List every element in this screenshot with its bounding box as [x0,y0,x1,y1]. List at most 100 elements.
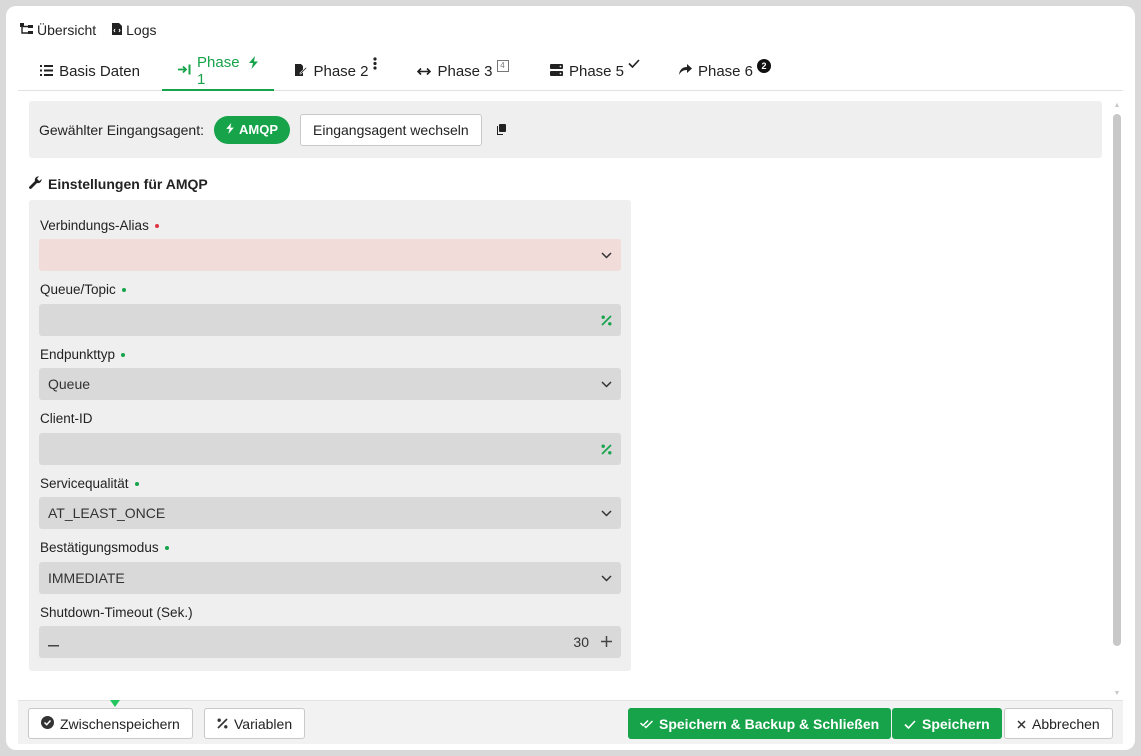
minus-icon[interactable] [48,634,59,650]
list-icon [40,63,54,80]
required-dot [121,352,126,357]
acknowledge-mode-label: Bestätigungsmodus [40,540,169,555]
bolt-icon [249,55,258,72]
variable-percent-icon [217,716,228,732]
tab-phase-1[interactable]: Phase 1 [162,52,274,91]
check-icon [904,716,916,732]
save-button[interactable]: Speichern [892,708,1002,739]
save-backup-close-button[interactable]: Speichern & Backup & Schließen [628,708,892,739]
amqp-settings-form: Verbindungs-Alias Queue/Topic Endpunktty… [29,200,631,671]
overview-link[interactable]: Übersicht [20,22,96,38]
settings-title: Einstellungen für AMQP [29,176,208,192]
quality-of-service-select[interactable]: AT_LEAST_ONCE [39,497,621,529]
required-dot [121,287,126,292]
arrows-horizontal-icon [417,63,432,80]
top-navigation: Übersicht Logs [20,22,157,38]
file-code-icon [112,22,123,38]
phase-1-content: Gewählter Eingangsagent: AMQP Eingangsag… [18,92,1108,700]
check-circle-icon [41,715,54,732]
server-icon [549,63,563,80]
wrench-icon [29,176,42,192]
check-icon [628,58,640,71]
agent-badge: AMQP [214,115,290,144]
dialog-window: Übersicht Logs Basis Daten Phase 1 Phase… [6,6,1135,750]
timeout-value[interactable]: 30 [573,634,589,650]
field-label-text: Queue/Topic [40,282,116,297]
field-label-text: Endpunkttyp [40,347,116,362]
phase-tabs: Basis Daten Phase 1 Phase 2 Phase 3 4 Ph… [18,52,1123,91]
field-label-text: Verbindungs-Alias [40,218,149,233]
connection-alias-label: Verbindungs-Alias [40,218,159,233]
caret-indicator-icon [110,700,120,707]
required-dot [134,481,139,486]
field-label-text: Client-ID [40,411,93,426]
tab-label: Phase 6 [697,63,754,80]
double-check-icon [639,716,654,732]
field-label-text: Bestätigungsmodus [40,540,159,555]
settings-title-text: Einstellungen für AMQP [48,176,208,192]
arrow-to-right-icon [178,62,191,79]
field-value: AT_LEAST_ONCE [48,505,166,521]
chevron-down-icon [601,251,612,259]
save-label: Speichern [922,715,990,732]
logs-label: Logs [126,22,157,38]
quality-of-service-label: Servicequalität [40,476,139,491]
agent-badge-label: AMQP [239,122,278,137]
tab-label: Phase 5 [568,63,625,80]
logs-link[interactable]: Logs [112,22,157,38]
chevron-down-icon [601,574,612,582]
field-label-text: Shutdown-Timeout (Sek.) [40,605,193,620]
shutdown-timeout-stepper: 30 [39,626,621,658]
field-label-text: Servicequalität [40,476,129,491]
field-value: IMMEDIATE [48,570,125,586]
save-draft-label: Zwischenspeichern [60,715,180,732]
tab-phase-5[interactable]: Phase 5 [528,52,662,91]
tab-label: Phase 3 [437,63,493,80]
shutdown-timeout-label: Shutdown-Timeout (Sek.) [40,605,193,620]
endpoint-type-select[interactable]: Queue [39,368,621,400]
variable-percent-icon[interactable] [601,314,612,326]
chevron-down-icon [601,380,612,388]
plus-icon[interactable] [601,634,612,650]
endpoint-type-label: Endpunkttyp [40,347,126,362]
agent-bar: Gewählter Eingangsagent: AMQP Eingangsag… [29,101,1102,158]
scrollbar-thumb[interactable] [1113,114,1121,646]
sitemap-icon [20,22,33,38]
variables-label: Variablen [234,715,293,732]
tab-phase-2[interactable]: Phase 2 [274,52,398,91]
connection-alias-select[interactable] [39,239,621,271]
client-id-label: Client-ID [40,411,93,426]
scroll-down-icon[interactable]: ▼ [1113,690,1121,698]
cancel-label: Abbrechen [1032,715,1100,732]
vertical-dots-icon [372,56,377,73]
agent-label: Gewählter Eingangsagent: [39,121,204,138]
share-arrow-icon [678,63,692,80]
required-dot [154,223,159,228]
tab-label: Basis Daten [59,63,140,80]
content-scrollbar[interactable]: ▲ ▼ [1113,102,1121,700]
tab-badge: 2 [757,58,772,73]
overview-label: Übersicht [37,22,97,38]
copy-icon[interactable] [496,124,506,135]
tab-label: Phase 2 [313,63,369,80]
save-backup-close-label: Speichern & Backup & Schließen [659,715,880,732]
tab-basis-daten[interactable]: Basis Daten [18,52,162,91]
tab-badge: 4 [496,59,509,72]
footer-toolbar: Zwischenspeichern Variablen Speichern & … [18,700,1123,744]
close-icon [1017,716,1026,732]
switch-agent-button[interactable]: Eingangsagent wechseln [300,113,482,146]
tab-phase-6[interactable]: Phase 6 2 [662,52,788,91]
cancel-button[interactable]: Abbrechen [1004,708,1113,739]
required-dot [164,545,169,550]
save-draft-button[interactable]: Zwischenspeichern [28,708,193,739]
scroll-up-icon[interactable]: ▲ [1113,102,1121,110]
client-id-input[interactable] [39,433,621,465]
variable-percent-icon[interactable] [601,443,612,455]
bolt-icon [226,122,234,137]
tab-phase-3[interactable]: Phase 3 4 [398,52,528,91]
acknowledge-mode-select[interactable]: IMMEDIATE [39,562,621,594]
queue-topic-input[interactable] [39,304,621,336]
tab-label: Phase 1 [197,53,240,88]
file-edit-icon [295,63,308,80]
variables-button[interactable]: Variablen [204,708,306,739]
